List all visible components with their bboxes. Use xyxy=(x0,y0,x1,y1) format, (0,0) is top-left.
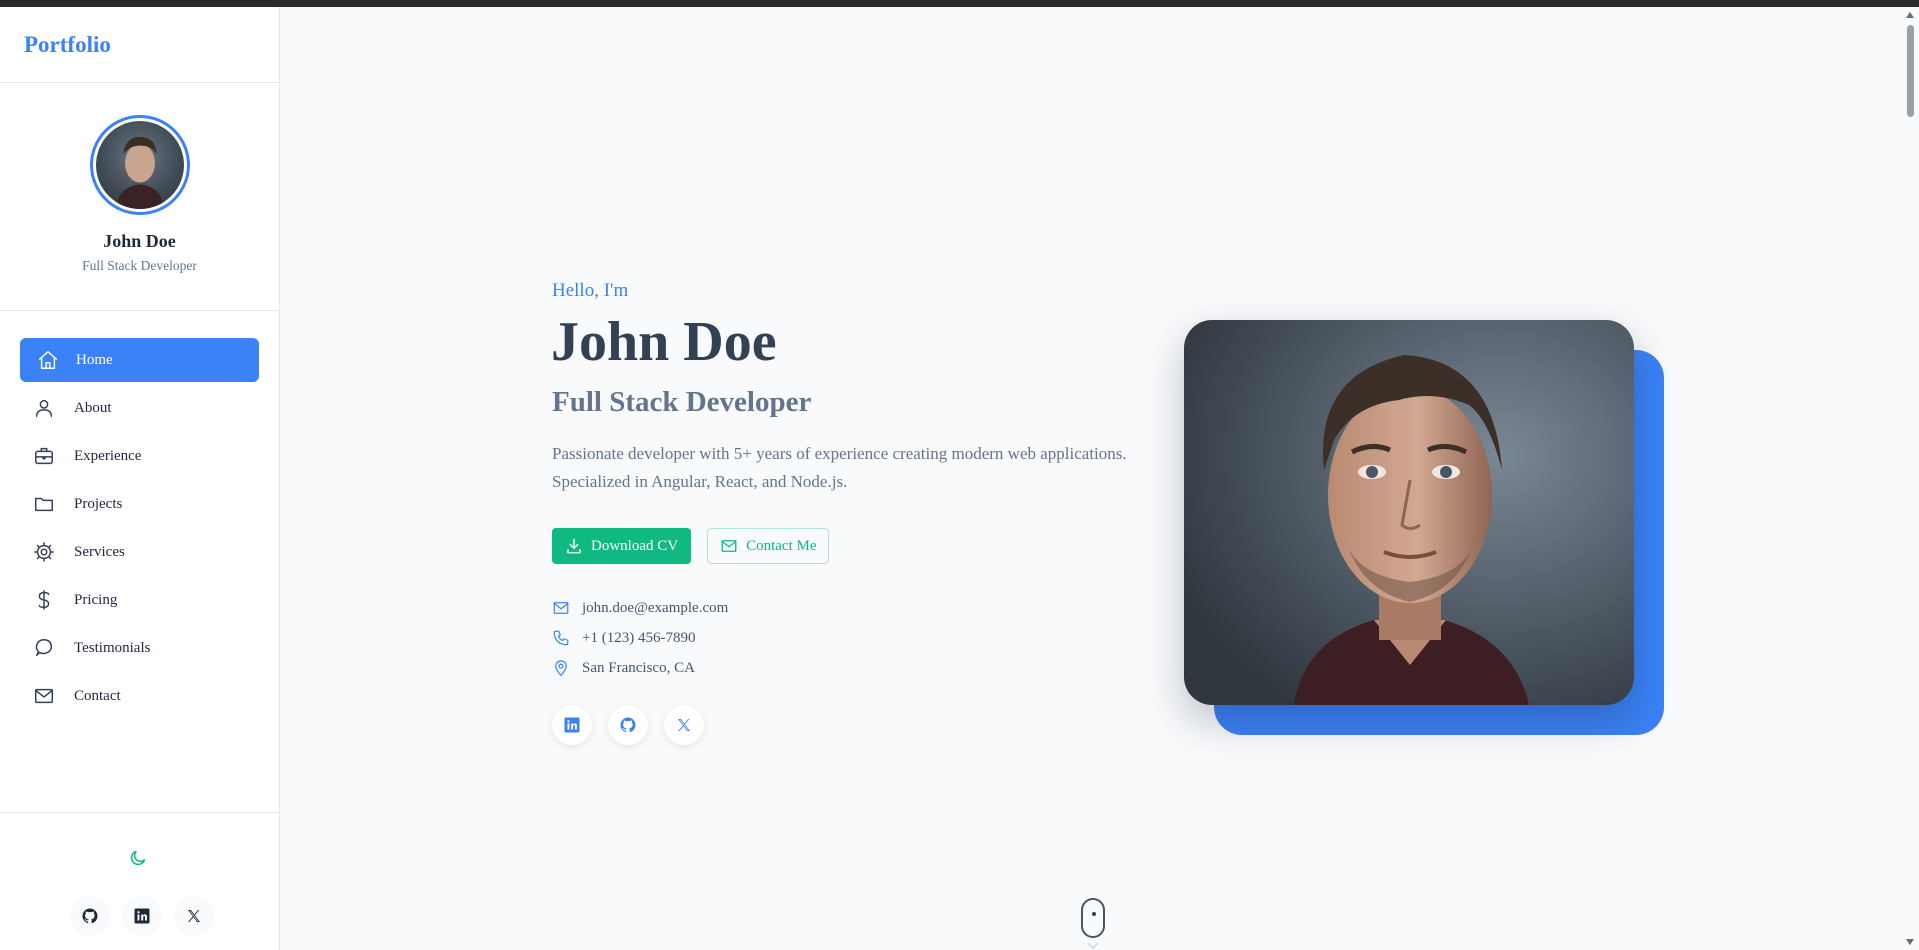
sidebar-item-services[interactable]: Services xyxy=(20,530,259,574)
page-scrollbar[interactable] xyxy=(1902,7,1919,950)
sidebar-social-links xyxy=(70,896,214,936)
sidebar-item-label: Experience xyxy=(74,447,142,464)
hero-actions: Download CV Contact Me xyxy=(552,528,830,564)
profile-photo xyxy=(1184,320,1634,705)
sidebar: Portfolio John Doe Full Stack Developer … xyxy=(0,7,280,950)
github-icon xyxy=(620,717,636,733)
avatar xyxy=(89,115,190,215)
sidebar-item-label: Projects xyxy=(74,495,123,512)
sidebar-item-experience[interactable]: Experience xyxy=(20,434,259,478)
contact-phone-text: +1 (123) 456-7890 xyxy=(582,629,696,646)
x-icon xyxy=(678,719,690,731)
scroll-wheel-dot xyxy=(1092,912,1096,916)
github-link[interactable] xyxy=(608,705,648,745)
hero-name: John Doe xyxy=(551,311,777,373)
contact-email-text: john.doe@example.com xyxy=(582,599,729,616)
dollar-icon xyxy=(32,588,56,612)
sidebar-item-home[interactable]: Home xyxy=(20,338,259,382)
chevron-down-icon xyxy=(1087,942,1099,950)
contact-me-label: Contact Me xyxy=(746,537,817,554)
mail-icon xyxy=(553,602,569,614)
hero-social-links xyxy=(552,705,704,745)
sidebar-footer xyxy=(0,812,279,950)
user-icon xyxy=(32,396,56,420)
folder-icon xyxy=(32,492,56,516)
briefcase-icon xyxy=(32,444,56,468)
download-cv-label: Download CV xyxy=(591,537,679,554)
sidebar-item-label: Testimonials xyxy=(74,639,151,656)
scroll-down-arrow[interactable] xyxy=(1906,939,1914,945)
sidebar-item-pricing[interactable]: Pricing xyxy=(20,578,259,622)
sidebar-profile: John Doe Full Stack Developer xyxy=(0,83,279,311)
download-cv-button[interactable]: Download CV xyxy=(552,528,692,564)
linkedin-icon xyxy=(564,717,580,733)
phone-icon xyxy=(553,630,569,646)
sidebar-item-label: Home xyxy=(76,351,113,368)
sidebar-nav: Home About Experience Projects Services xyxy=(0,311,279,718)
hero-greeting: Hello, I'm xyxy=(552,280,629,301)
chat-icon xyxy=(32,636,56,660)
download-icon xyxy=(567,538,581,554)
sidebar-item-about[interactable]: About xyxy=(20,386,259,430)
sidebar-x-link[interactable] xyxy=(174,896,214,936)
x-link[interactable] xyxy=(664,705,704,745)
linkedin-link[interactable] xyxy=(552,705,592,745)
mail-icon xyxy=(721,540,737,552)
sidebar-item-label: About xyxy=(74,399,112,416)
sidebar-item-label: Pricing xyxy=(74,591,118,608)
sidebar-item-projects[interactable]: Projects xyxy=(20,482,259,526)
mail-icon xyxy=(32,684,56,708)
sidebar-item-contact[interactable]: Contact xyxy=(20,674,259,718)
moon-icon xyxy=(130,850,146,866)
x-icon xyxy=(188,910,200,922)
location-pin-icon xyxy=(555,660,567,677)
sidebar-linkedin-link[interactable] xyxy=(122,896,162,936)
home-icon xyxy=(36,348,60,372)
sidebar-github-link[interactable] xyxy=(70,896,110,936)
gear-icon xyxy=(32,540,56,564)
sidebar-item-label: Services xyxy=(74,543,125,560)
browser-top-bar xyxy=(0,0,1919,7)
contact-info: john.doe@example.com +1 (123) 456-7890 S… xyxy=(552,593,728,683)
hero-role: Full Stack Developer xyxy=(552,386,812,418)
contact-location-text: San Francisco, CA xyxy=(582,659,695,676)
avatar-photo xyxy=(95,121,184,209)
theme-toggle-button[interactable] xyxy=(126,846,150,870)
contact-phone[interactable]: +1 (123) 456-7890 xyxy=(552,623,728,653)
scroll-down-indicator[interactable] xyxy=(1081,898,1105,938)
scroll-up-arrow[interactable] xyxy=(1906,12,1914,18)
profile-name: John Doe xyxy=(103,231,176,251)
contact-location: San Francisco, CA xyxy=(552,653,728,683)
hero-description: Passionate developer with 5+ years of ex… xyxy=(552,444,1127,491)
linkedin-icon xyxy=(134,908,150,924)
contact-email[interactable]: john.doe@example.com xyxy=(552,593,728,623)
brand-logo[interactable]: Portfolio xyxy=(0,7,279,83)
sidebar-item-label: Contact xyxy=(74,687,121,704)
profile-role: Full Stack Developer xyxy=(82,258,197,273)
scrollbar-thumb[interactable] xyxy=(1907,25,1914,117)
contact-me-button[interactable]: Contact Me xyxy=(707,528,830,564)
sidebar-item-testimonials[interactable]: Testimonials xyxy=(20,626,259,670)
github-icon xyxy=(82,908,98,924)
